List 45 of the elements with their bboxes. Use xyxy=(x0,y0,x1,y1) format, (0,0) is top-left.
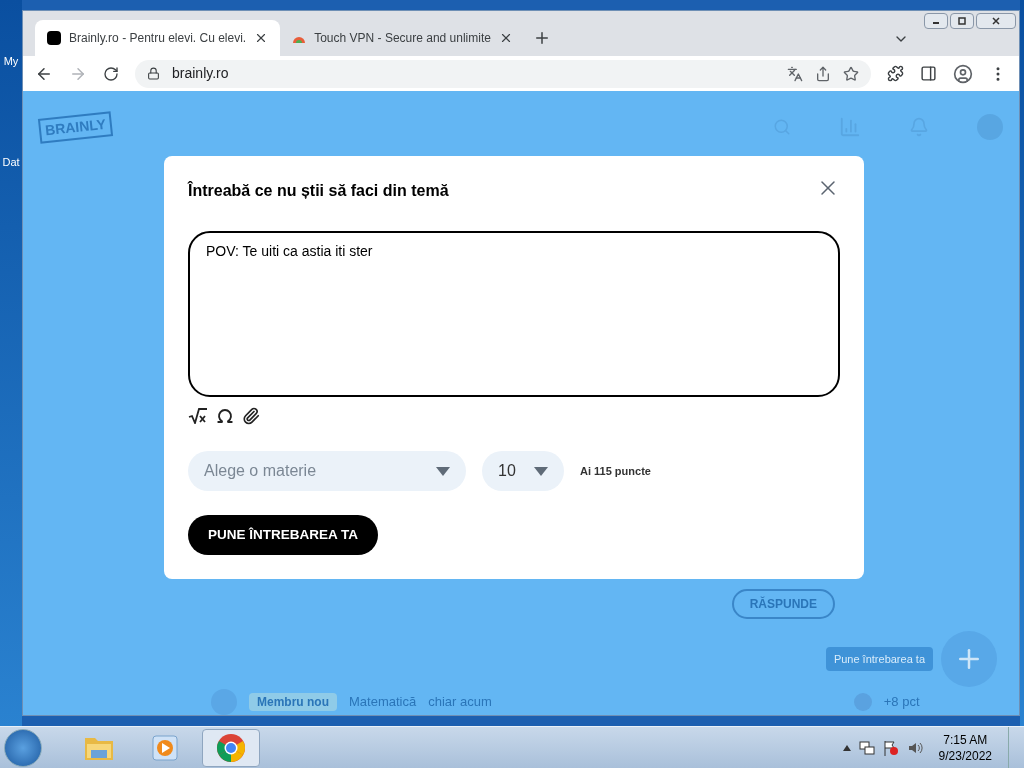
maximize-button[interactable] xyxy=(950,13,974,29)
close-icon xyxy=(991,17,1001,25)
subject-label: Matematică xyxy=(349,693,417,712)
browser-tab[interactable]: Brainly.ro - Pentru elevi. Cu elevi. xyxy=(35,20,281,56)
brainly-favicon xyxy=(47,31,61,45)
square-root-icon[interactable] xyxy=(188,408,208,424)
paperclip-icon[interactable] xyxy=(242,407,260,425)
translate-icon[interactable] xyxy=(787,65,803,82)
points-dropdown[interactable]: 10 xyxy=(482,451,564,491)
browser-tab[interactable]: Touch VPN - Secure and unlimite xyxy=(280,20,525,56)
clock[interactable]: 7:15 AM 9/23/2022 xyxy=(930,731,1000,764)
tray-arrow-icon[interactable] xyxy=(842,744,851,751)
desktop-icon-label[interactable]: My xyxy=(3,56,19,67)
time-label: chiar acum xyxy=(428,693,492,712)
network-icon[interactable] xyxy=(858,739,875,756)
minimize-button[interactable] xyxy=(924,13,948,29)
caret-icon xyxy=(436,466,450,476)
tab-title: Touch VPN - Secure and unlimite xyxy=(314,30,491,47)
address-bar[interactable]: brainly.ro xyxy=(135,59,871,88)
points-balance: Ai 115 puncte xyxy=(580,463,651,479)
start-button[interactable] xyxy=(4,728,42,767)
dialog-title: Întreabă ce nu știi să faci din temă xyxy=(188,180,449,201)
desktop-icon-label[interactable]: Dat xyxy=(2,157,20,168)
play-icon xyxy=(151,733,179,762)
profile-icon[interactable] xyxy=(953,63,973,84)
chrome-icon xyxy=(216,732,246,763)
share-icon[interactable] xyxy=(815,65,831,82)
lock-icon xyxy=(147,67,160,80)
taskbar-app[interactable] xyxy=(202,728,260,767)
bookmark-star-icon[interactable] xyxy=(843,65,859,82)
points-label: +8 pct xyxy=(883,693,920,712)
reload-icon[interactable] xyxy=(103,65,119,82)
new-member-badge: Membru nou xyxy=(249,693,337,711)
extensions-icon[interactable] xyxy=(887,65,904,82)
caret-icon xyxy=(534,466,548,476)
side-panel-icon[interactable] xyxy=(920,65,937,82)
question-field[interactable]: POV: Te uiti ca astia iti ster xyxy=(188,231,840,397)
close-button[interactable] xyxy=(976,13,1016,29)
user-avatar xyxy=(211,689,237,715)
maximize-icon xyxy=(957,17,967,25)
tab-title: Brainly.ro - Pentru elevi. Cu elevi. xyxy=(69,30,247,47)
flag-icon[interactable] xyxy=(882,739,899,756)
omega-icon[interactable] xyxy=(216,407,234,425)
url-text: brainly.ro xyxy=(172,64,230,83)
submit-button[interactable]: PUNE ÎNTREBAREA TA xyxy=(188,515,378,555)
